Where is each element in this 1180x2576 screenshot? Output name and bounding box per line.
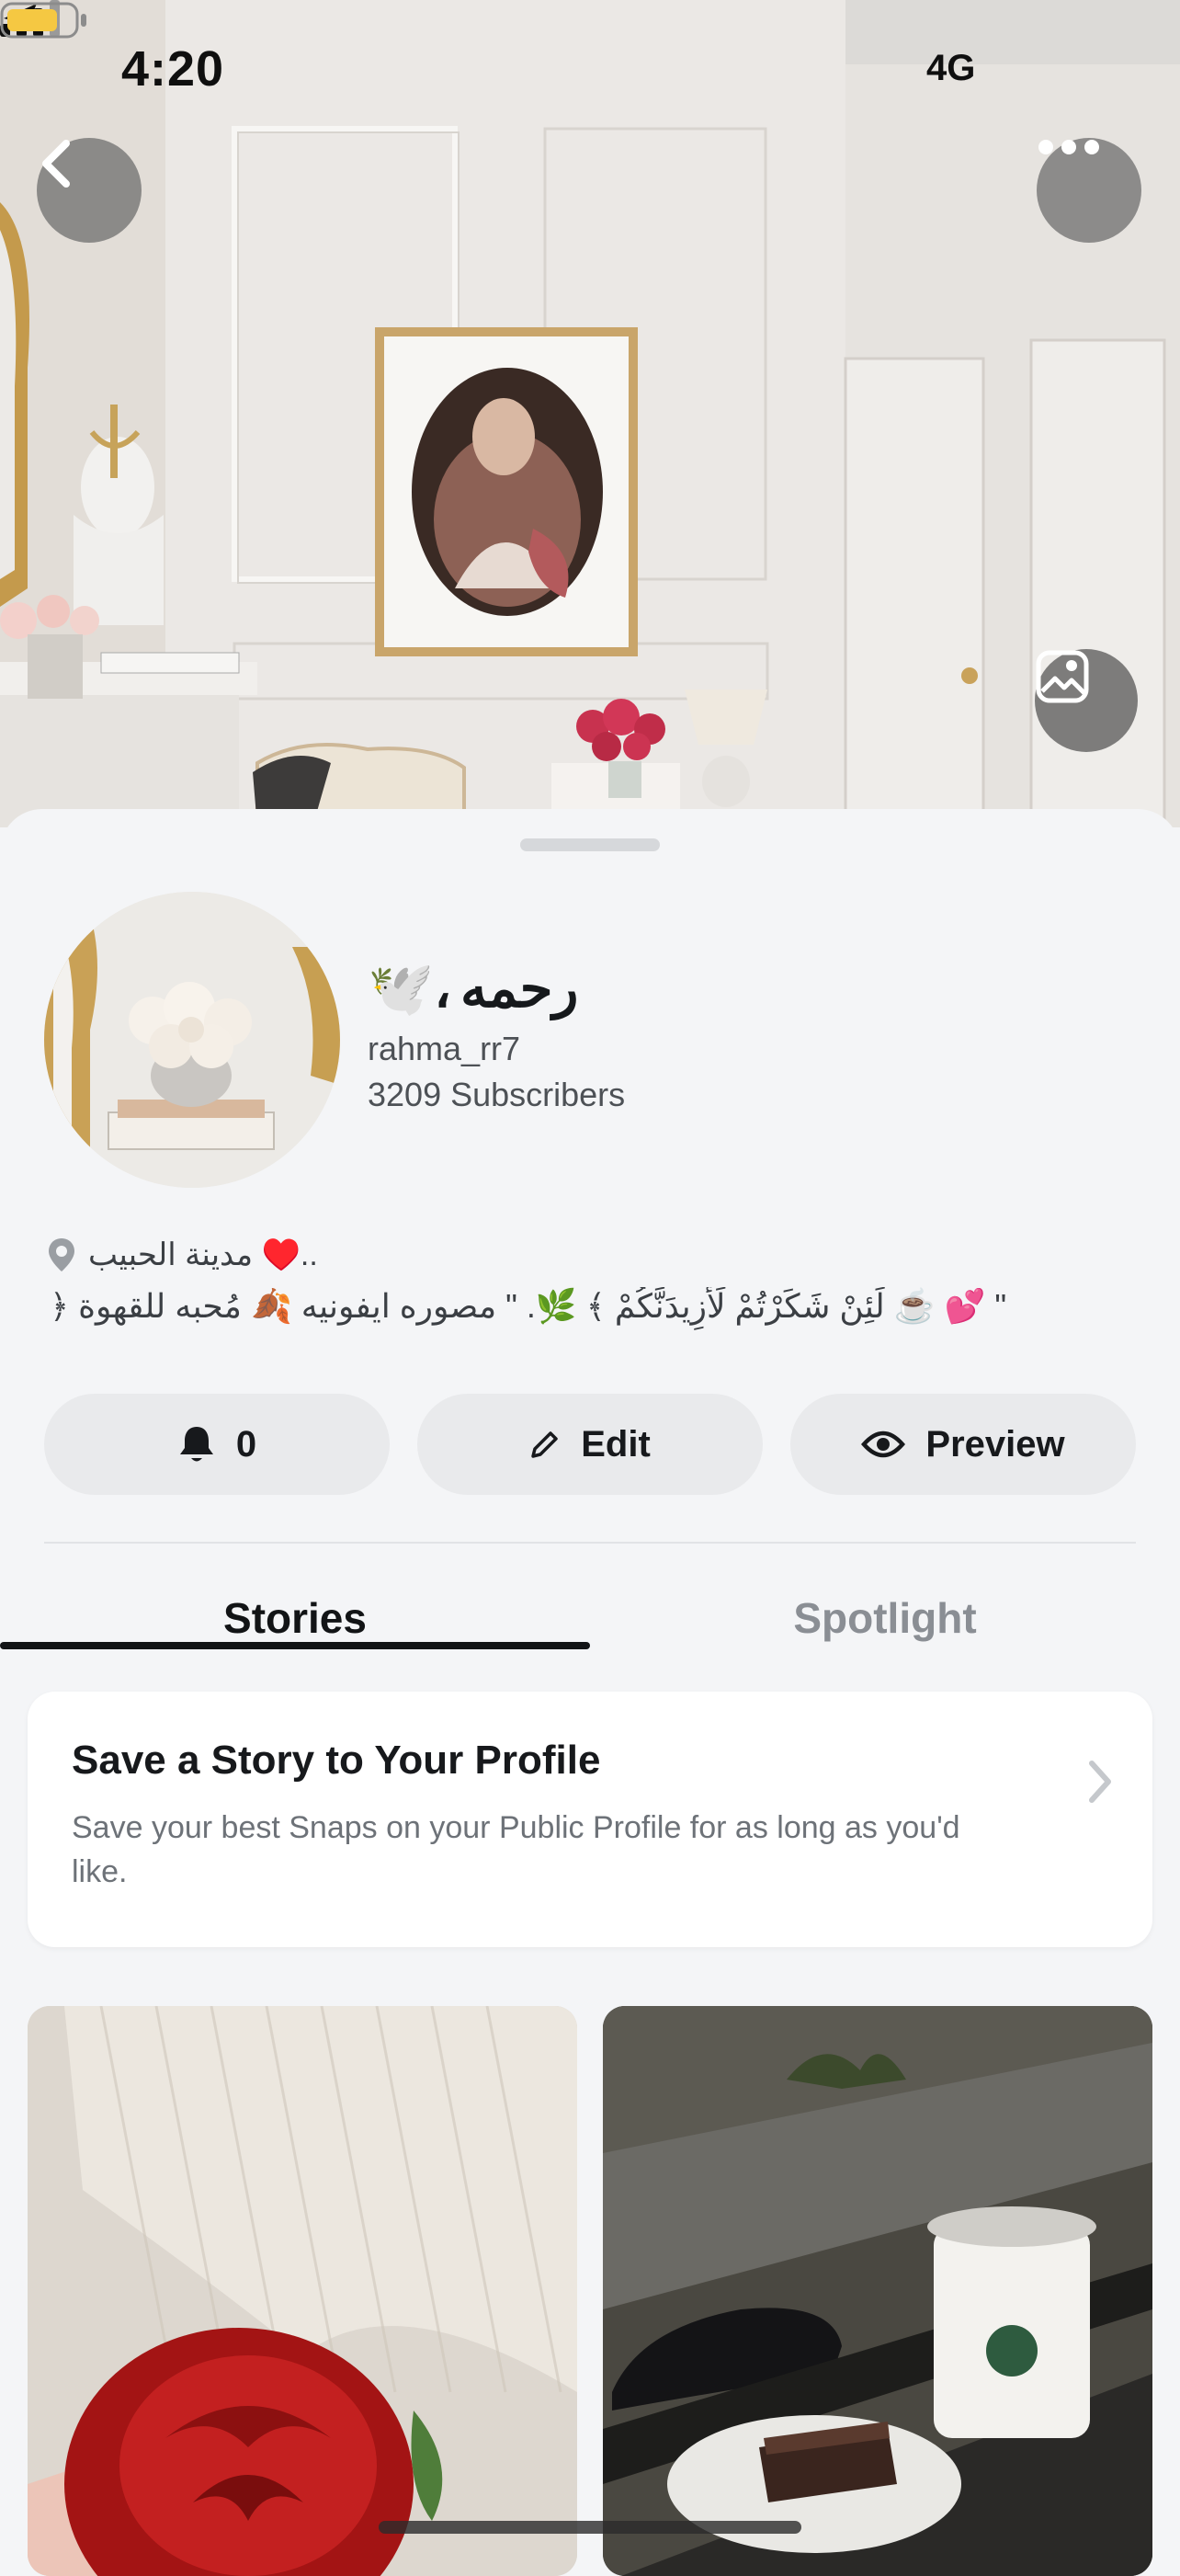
- display-name-suffix: 🕊️،: [368, 958, 451, 1019]
- active-tab-indicator: [0, 1642, 590, 1649]
- location-text: مدينة الحبيب ♥️..: [88, 1237, 318, 1272]
- preview-label: Preview: [925, 1423, 1065, 1465]
- profile-sheet: 🕊️، رحمه rahma_rr7 3209 Subscribers مدين…: [0, 809, 1180, 2576]
- edit-button[interactable]: Edit: [417, 1394, 763, 1495]
- cover-photo: 4:20 4G: [0, 0, 1180, 827]
- change-background-button[interactable]: [1035, 649, 1138, 752]
- story-thumbnail[interactable]: [28, 2006, 577, 2576]
- battery-icon: [0, 2, 86, 39]
- status-time: 4:20: [121, 41, 225, 97]
- notifications-button[interactable]: 0: [44, 1394, 390, 1495]
- bio: ﴿ لَئِنْ شَكَرْتُمْ لَأَزِيدَنَّكُمْ ﴾ 🌿…: [50, 1287, 1007, 1325]
- username: rahma_rr7: [368, 1030, 521, 1067]
- eye-icon: [861, 1430, 906, 1458]
- save-story-title: Save a Story to Your Profile: [72, 1738, 601, 1783]
- edit-label: Edit: [581, 1423, 651, 1465]
- sheet-grabber[interactable]: [520, 838, 660, 851]
- map-pin-icon: [49, 1238, 74, 1271]
- preview-button[interactable]: Preview: [790, 1394, 1136, 1495]
- bell-icon: [179, 1427, 213, 1462]
- save-story-description: Save your best Snaps on your Public Prof…: [72, 1810, 960, 1889]
- avatar[interactable]: [44, 892, 340, 1188]
- home-indicator: [379, 2521, 801, 2534]
- story-thumbnail[interactable]: [603, 2006, 1152, 2576]
- status-bar: 4:20 4G: [0, 0, 1180, 138]
- notifications-count: 0: [235, 1423, 257, 1465]
- tab-spotlight[interactable]: Spotlight: [590, 1572, 1180, 1664]
- pencil-icon: [531, 1431, 558, 1458]
- chevron-left-icon: [42, 140, 70, 188]
- display-name: 🕊️، رحمه: [368, 956, 578, 1020]
- network-type: 4G: [926, 48, 976, 88]
- save-story-card[interactable]: Save a Story to Your Profile Save your b…: [28, 1692, 1152, 1947]
- display-name-text: رحمه: [460, 959, 579, 1019]
- back-button[interactable]: [37, 138, 142, 243]
- ellipsis-icon: [1038, 140, 1099, 154]
- chevron-right-icon: [1089, 1761, 1111, 1803]
- image-edit-icon: [1036, 650, 1089, 703]
- location-row: مدينة الحبيب ♥️..: [46, 1232, 318, 1278]
- divider: [44, 1542, 1136, 1544]
- subscriber-count: 3209 Subscribers: [368, 1076, 626, 1113]
- tab-stories[interactable]: Stories: [0, 1572, 590, 1664]
- more-options-button[interactable]: [1037, 138, 1141, 243]
